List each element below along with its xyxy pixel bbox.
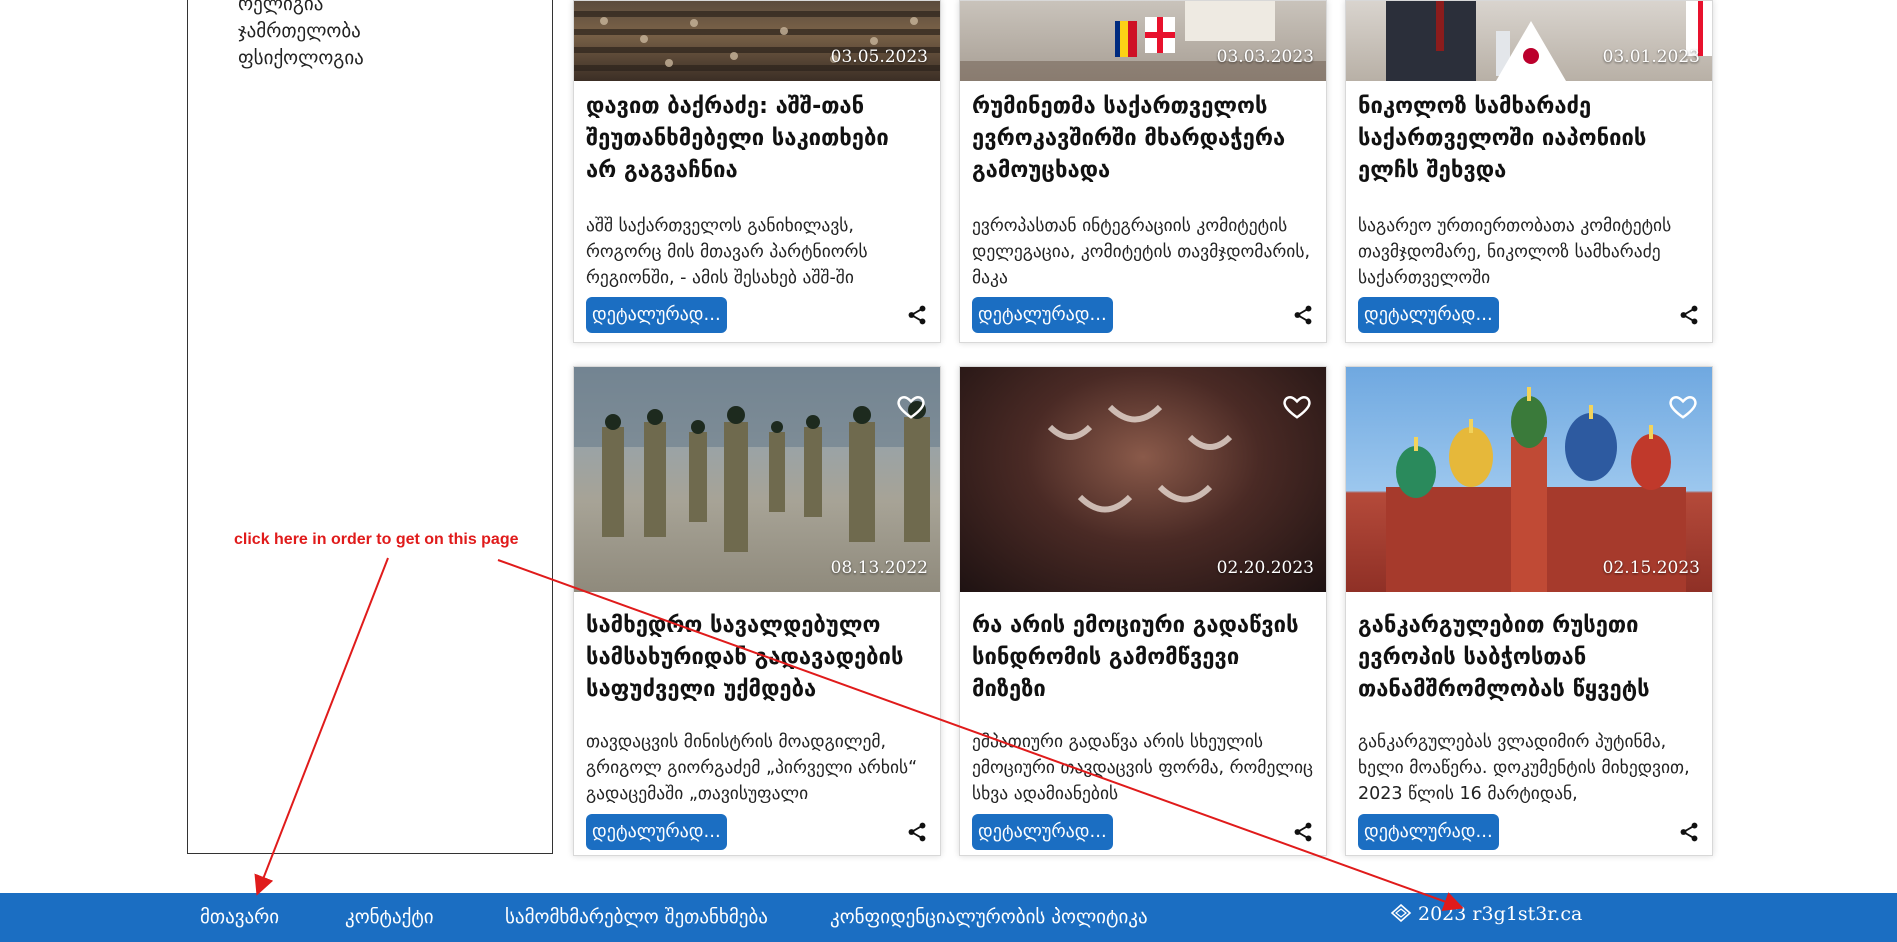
news-card: 02.20.2023 რა არის ემოციური გადაწვის სინ… bbox=[959, 366, 1327, 856]
news-image-flags[interactable]: 03.03.2023 bbox=[960, 1, 1326, 81]
news-description: ევროპასთან ინტეგრაციის კომიტეტის დელეგაც… bbox=[972, 216, 1311, 288]
heart-icon[interactable] bbox=[1668, 391, 1698, 421]
news-title[interactable]: რუმინეთმა საქართველოს ევროკავშირში მხარდ… bbox=[972, 91, 1312, 187]
details-button[interactable]: დეტალურად... bbox=[1358, 297, 1499, 333]
news-title[interactable]: განკარგულებით რუსეთი ევროპის საბჭოსთან თ… bbox=[1358, 610, 1698, 706]
share-icon[interactable] bbox=[1678, 821, 1700, 843]
news-image-parliament[interactable]: 03.05.2023 bbox=[574, 1, 940, 81]
news-title[interactable]: სამხედრო სავალდებულო სამსახურიდან გადავა… bbox=[586, 610, 926, 706]
news-description: განკარგულებას ვლადიმირ პუტინმა, ხელი მოა… bbox=[1358, 732, 1690, 804]
news-date: 02.20.2023 bbox=[1216, 558, 1314, 578]
news-card: 08.13.2022 სამხედრო სავალდებულო სამსახურ… bbox=[573, 366, 941, 856]
flags-image bbox=[960, 1, 1326, 81]
news-date: 03.01.2023 bbox=[1602, 47, 1700, 67]
sidebar-item-religion[interactable]: რელიგია bbox=[238, 0, 364, 18]
news-image-kremlin[interactable]: 02.15.2023 bbox=[1346, 367, 1712, 592]
meeting-image bbox=[1386, 1, 1712, 81]
news-description: საგარეო ურთიერთობათა კომიტეტის თავმჯდომა… bbox=[1358, 216, 1672, 288]
sidebar-item-health[interactable]: ჯამრთელობა bbox=[238, 18, 364, 45]
news-date: 08.13.2022 bbox=[830, 558, 928, 578]
footer-link-privacy[interactable]: კონფიდენციალურობის პოლიტიკა bbox=[830, 906, 1148, 928]
details-button[interactable]: დეტალურად... bbox=[1358, 814, 1499, 850]
parliament-image bbox=[574, 11, 940, 71]
footer-link-home[interactable]: მთავარი bbox=[200, 906, 279, 928]
news-image-meeting[interactable]: 03.01.2023 bbox=[1346, 1, 1712, 81]
footer-link-terms[interactable]: სამომხმარებლო შეთანხმება bbox=[505, 906, 768, 928]
footer-link-contact[interactable]: კონტაქტი bbox=[345, 906, 434, 928]
site-footer: მთავარი კონტაქტი სამომხმარებლო შეთანხმებ… bbox=[0, 893, 1897, 942]
share-icon[interactable] bbox=[906, 304, 928, 326]
news-card: 03.01.2023 ნიკოლოზ სამხარაძე საქართველოშ… bbox=[1345, 0, 1713, 343]
share-icon[interactable] bbox=[906, 821, 928, 843]
news-date: 03.05.2023 bbox=[830, 47, 928, 67]
sidebar-item-psychology[interactable]: ფსიქოლოგია bbox=[238, 45, 364, 72]
news-image-emotional[interactable]: 02.20.2023 bbox=[960, 367, 1326, 592]
details-button[interactable]: დეტალურად... bbox=[972, 814, 1113, 850]
sidebar-panel: რელიგია ჯამრთელობა ფსიქოლოგია bbox=[187, 0, 553, 854]
category-list: რელიგია ჯამრთელობა ფსიქოლოგია bbox=[238, 0, 364, 72]
heart-icon[interactable] bbox=[896, 391, 926, 421]
annotation-text: click here in order to get on this page bbox=[234, 531, 519, 548]
diamond-logo-icon bbox=[1390, 903, 1412, 923]
news-date: 03.03.2023 bbox=[1216, 47, 1314, 67]
news-title[interactable]: რა არის ემოციური გადაწვის სინდრომის გამო… bbox=[972, 610, 1312, 706]
heart-icon[interactable] bbox=[1282, 391, 1312, 421]
news-date: 02.15.2023 bbox=[1602, 558, 1700, 578]
news-title[interactable]: ნიკოლოზ სამხარაძე საქართველოში იაპონიის … bbox=[1358, 91, 1698, 187]
news-card: 03.03.2023 რუმინეთმა საქართველოს ევროკავ… bbox=[959, 0, 1327, 343]
news-image-soldiers[interactable]: 08.13.2022 bbox=[574, 367, 940, 592]
footer-brand-text: 2023 r3g1st3r.ca bbox=[1418, 903, 1583, 925]
share-icon[interactable] bbox=[1678, 304, 1700, 326]
news-card: 02.15.2023 განკარგულებით რუსეთი ევროპის … bbox=[1345, 366, 1713, 856]
news-card: 03.05.2023 დავით ბაქრაძე: აშშ-თან შეუთან… bbox=[573, 0, 941, 343]
share-icon[interactable] bbox=[1292, 304, 1314, 326]
news-description: ემპათიური გადაწვა არის სხეულის ემოციური … bbox=[972, 732, 1314, 804]
share-icon[interactable] bbox=[1292, 821, 1314, 843]
details-button[interactable]: დეტალურად... bbox=[586, 297, 727, 333]
footer-brand[interactable]: 2023 r3g1st3r.ca bbox=[1390, 903, 1582, 925]
news-description: აშშ საქართველოს განიხილავს, როგორც მის მ… bbox=[586, 216, 868, 288]
details-button[interactable]: დეტალურად... bbox=[586, 814, 727, 850]
news-title[interactable]: დავით ბაქრაძე: აშშ-თან შეუთანხმებელი საკ… bbox=[586, 91, 926, 187]
news-description: თავდაცვის მინისტრის მოადგილემ, გრიგოლ გი… bbox=[586, 732, 918, 804]
details-button[interactable]: დეტალურად... bbox=[972, 297, 1113, 333]
